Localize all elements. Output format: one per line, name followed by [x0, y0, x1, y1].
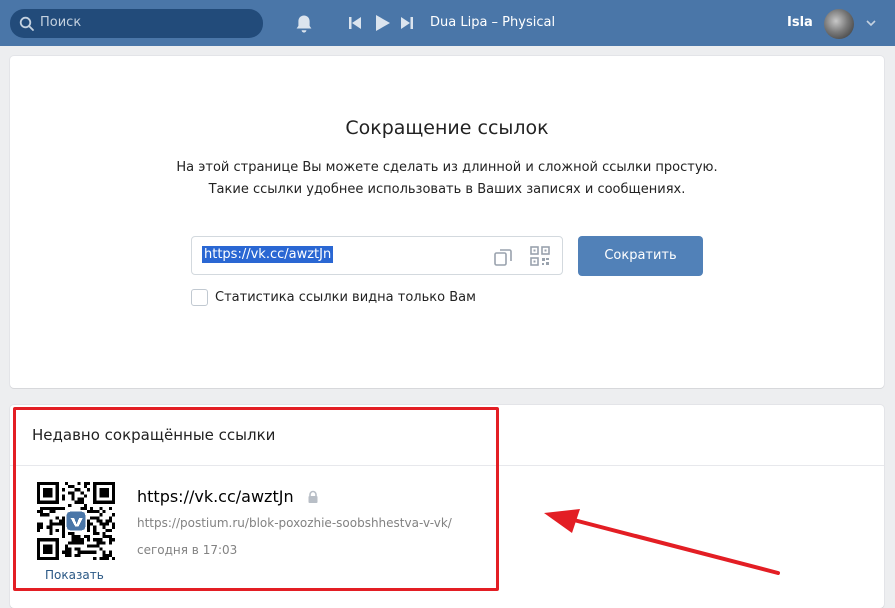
annotation-highlight-box — [13, 407, 499, 591]
top-bar: Поиск Dua Lipa – Physical Isla — [0, 0, 895, 46]
annotation-arrow-icon — [544, 509, 780, 575]
bell-icon[interactable] — [293, 13, 315, 35]
search-input[interactable]: Поиск — [10, 9, 263, 38]
description-line: Такие ссылки удобнее использовать в Ваши… — [208, 182, 686, 197]
username[interactable]: Isla — [787, 15, 813, 30]
description-line: На этой странице Вы можете сделать из дл… — [176, 160, 718, 175]
next-icon[interactable] — [401, 15, 413, 31]
link-input-value[interactable]: https://vk.cc/awztJn — [202, 246, 334, 263]
page-description: На этой странице Вы можете сделать из дл… — [10, 157, 884, 201]
qr-icon[interactable] — [529, 245, 551, 267]
chevron-down-icon[interactable] — [865, 17, 877, 29]
search-icon — [19, 16, 34, 31]
shorten-button[interactable]: Сократить — [578, 236, 703, 276]
current-track[interactable]: Dua Lipa – Physical — [430, 15, 555, 30]
play-icon[interactable] — [374, 15, 390, 31]
stats-checkbox[interactable] — [191, 289, 208, 306]
search-placeholder: Поиск — [40, 15, 82, 30]
page-title: Сокращение ссылок — [345, 117, 549, 139]
avatar[interactable] — [824, 9, 854, 39]
link-input[interactable]: https://vk.cc/awztJn — [191, 236, 563, 275]
prev-icon[interactable] — [349, 15, 361, 31]
stats-checkbox-label[interactable]: Статистика ссылки видна только Вам — [215, 290, 476, 305]
shortener-card: Сокращение ссылок На этой странице Вы мо… — [10, 56, 884, 388]
copy-icon[interactable] — [492, 246, 514, 268]
